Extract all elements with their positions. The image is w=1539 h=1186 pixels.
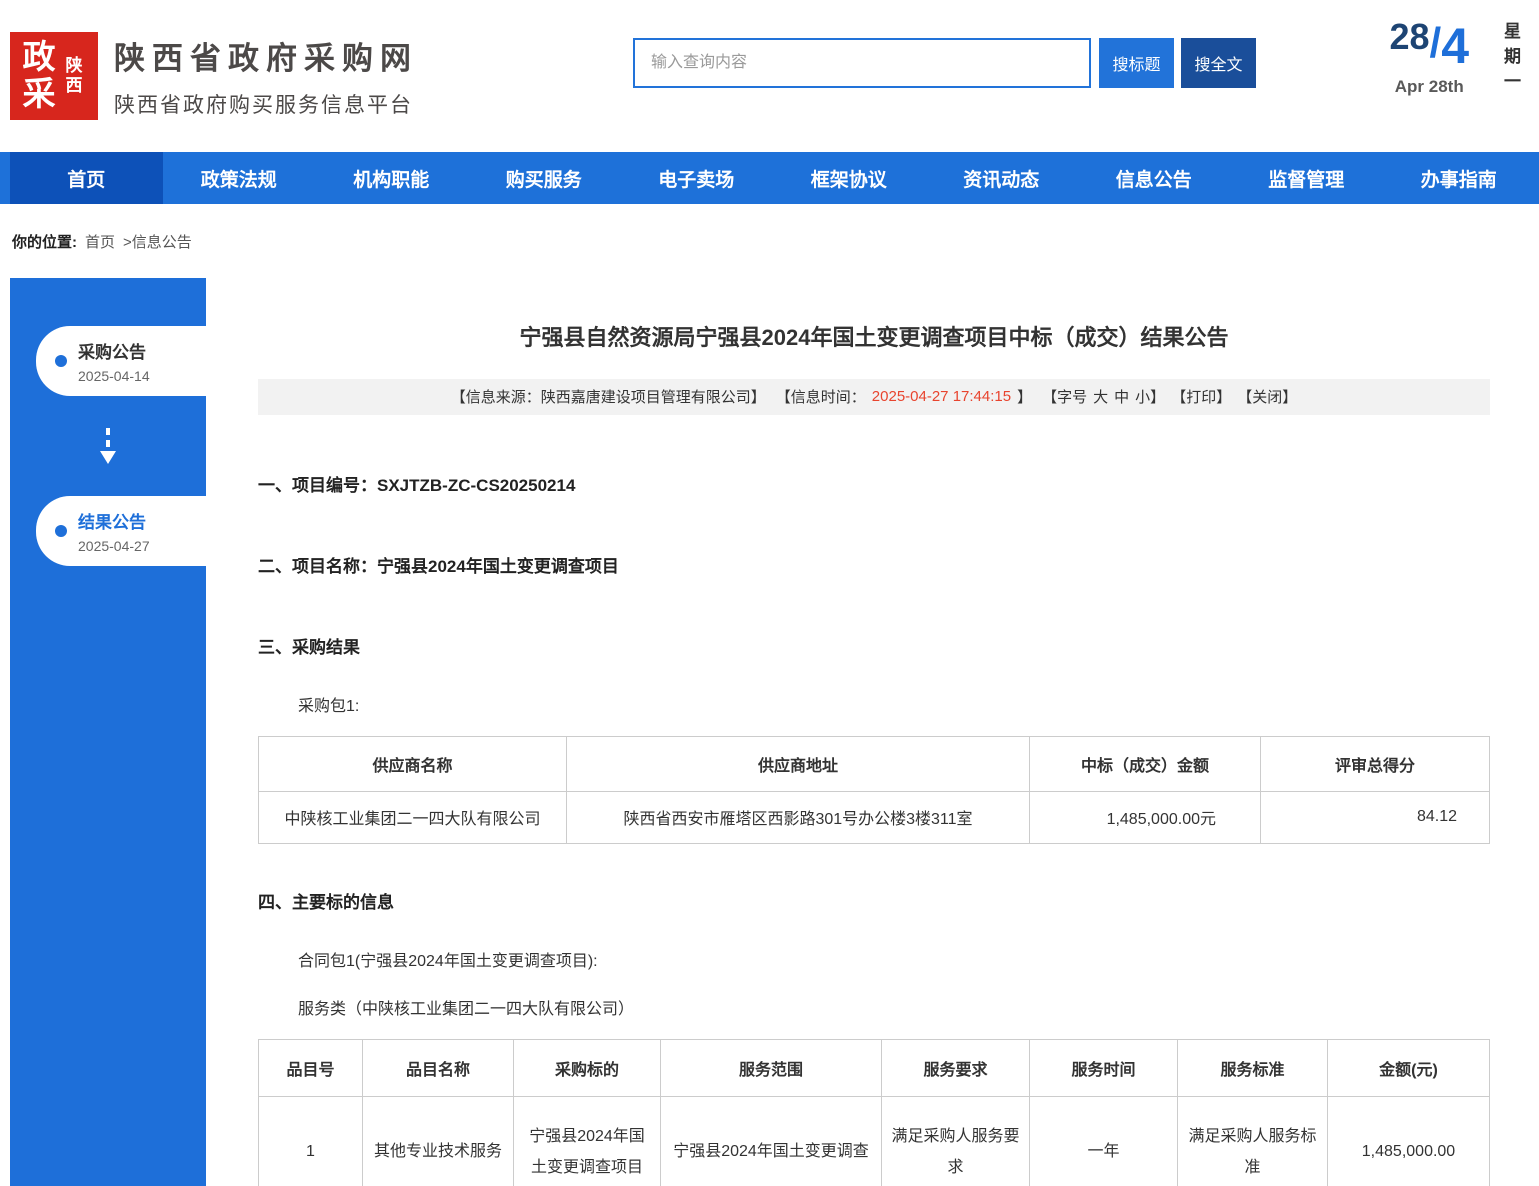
site-logo[interactable]: 政采 陕西 xyxy=(10,32,98,120)
subject-table-header-row: 品目号 品目名称 采购标的 服务范围 服务要求 服务时间 服务标准 金额(元) xyxy=(259,1039,1490,1096)
down-arrow-icon xyxy=(10,426,206,466)
section-result-heading: 三、采购结果 xyxy=(258,633,1490,658)
result-table: 供应商名称 供应商地址 中标（成交）金额 评审总得分 中陕核工业集团二一四大队有… xyxy=(258,736,1490,844)
result-table-row: 中陕核工业集团二一四大队有限公司 陕西省西安市雁塔区西影路301号办公楼3楼31… xyxy=(259,791,1490,843)
subject-header-amount: 金额(元) xyxy=(1328,1039,1490,1096)
subject-cell-procurement-subject: 宁强县2024年国土变更调查项目 xyxy=(514,1096,661,1186)
date-slash: / xyxy=(1430,19,1442,66)
close-button[interactable]: 【关闭】 xyxy=(1237,386,1297,407)
site-subtitle: 陕西省政府购买服务信息平台 xyxy=(114,89,418,119)
article-main: 宁强县自然资源局宁强县2024年国土变更调查项目中标（成交）结果公告 【信息来源… xyxy=(206,278,1539,1186)
article-title: 宁强县自然资源局宁强县2024年国土变更调查项目中标（成交）结果公告 xyxy=(258,324,1490,353)
sidebar-item-label: 采购公告 xyxy=(78,338,206,363)
site-titles: 陕西省政府采购网 陕西省政府购买服务信息平台 xyxy=(114,33,418,119)
subject-header-service-scope: 服务范围 xyxy=(661,1039,882,1096)
subject-header-item-no: 品目号 xyxy=(259,1039,363,1096)
result-header-award-amount: 中标（成交）金额 xyxy=(1030,736,1261,791)
font-size-small-button[interactable]: 小 xyxy=(1135,386,1150,407)
section-project-number: 一、项目编号：SXJTZB-ZC-CS20250214 xyxy=(258,471,1490,496)
result-table-header-row: 供应商名称 供应商地址 中标（成交）金额 评审总得分 xyxy=(259,736,1490,791)
meta-time-value: 2025-04-27 17:44:15 xyxy=(872,388,1011,405)
subject-cell-service-requirement: 满足采购人服务要求 xyxy=(882,1096,1030,1186)
main-nav: 首页 政策法规 机构职能 购买服务 电子卖场 框架协议 资讯动态 信息公告 监督… xyxy=(0,152,1539,204)
subject-cell-service-time: 一年 xyxy=(1030,1096,1178,1186)
sidebar: 采购公告 2025-04-14 结果公告 2025-04-27 xyxy=(10,278,206,1186)
search-area: 搜标题 搜全文 xyxy=(633,38,1256,88)
breadcrumb-label: 你的位置: xyxy=(12,231,77,252)
result-cell-award-amount: 1,485,000.00元 xyxy=(1030,791,1261,843)
result-header-supplier-address: 供应商地址 xyxy=(567,736,1030,791)
nav-item-organization[interactable]: 机构职能 xyxy=(315,152,468,204)
subject-header-item-name: 品目名称 xyxy=(363,1039,514,1096)
sidebar-item-result-announcement[interactable]: 结果公告 2025-04-27 xyxy=(36,496,206,566)
section-subject-heading: 四、主要标的信息 xyxy=(258,888,1490,913)
sidebar-item-date: 2025-04-27 xyxy=(78,538,206,554)
breadcrumb-current-link[interactable]: >信息公告 xyxy=(123,231,192,252)
meta-source: 【信息来源：陕西嘉唐建设项目管理有限公司】 xyxy=(451,386,766,407)
breadcrumb-home-link[interactable]: 首页 xyxy=(85,231,115,252)
sidebar-item-purchase-announcement[interactable]: 采购公告 2025-04-14 xyxy=(36,326,206,396)
breadcrumb: 你的位置: 首页 >信息公告 xyxy=(0,204,1539,278)
sidebar-item-date: 2025-04-14 xyxy=(78,368,206,384)
subject-cell-amount: 1,485,000.00 xyxy=(1328,1096,1490,1186)
nav-item-news[interactable]: 资讯动态 xyxy=(925,152,1078,204)
article-meta-bar: 【信息来源：陕西嘉唐建设项目管理有限公司】 【信息时间： 2025-04-27 … xyxy=(258,379,1490,415)
font-size-large-button[interactable]: 大 xyxy=(1093,386,1108,407)
meta-fontsize-close: 】 xyxy=(1150,386,1165,407)
date-day: 28 xyxy=(1389,16,1429,57)
logo-main-text: 政采 xyxy=(23,39,61,113)
subject-cell-item-no: 1 xyxy=(259,1096,363,1186)
font-size-medium-button[interactable]: 中 xyxy=(1114,386,1129,407)
result-cell-supplier-name: 中陕核工业集团二一四大队有限公司 xyxy=(259,791,567,843)
package-label: 采购包1: xyxy=(298,692,1490,716)
result-cell-total-score: 84.12 xyxy=(1261,791,1490,843)
nav-item-policy[interactable]: 政策法规 xyxy=(163,152,316,204)
contract-label: 合同包1(宁强县2024年国土变更调查项目): xyxy=(298,947,1490,971)
sidebar-item-label: 结果公告 xyxy=(78,508,206,533)
meta-time-close: 】 xyxy=(1017,386,1032,407)
content-area: 采购公告 2025-04-14 结果公告 2025-04-27 宁强县自然资源局… xyxy=(0,278,1539,1186)
nav-item-supervision[interactable]: 监督管理 xyxy=(1230,152,1383,204)
date-english: Apr 28th xyxy=(1389,77,1469,97)
subject-cell-item-name: 其他专业技术服务 xyxy=(363,1096,514,1186)
nav-item-framework-agreement[interactable]: 框架协议 xyxy=(773,152,926,204)
nav-item-purchase-service[interactable]: 购买服务 xyxy=(468,152,621,204)
site-title: 陕西省政府采购网 xyxy=(114,33,418,78)
section-project-name: 二、项目名称：宁强县2024年国土变更调查项目 xyxy=(258,552,1490,577)
subject-header-service-requirement: 服务要求 xyxy=(882,1039,1030,1096)
result-cell-supplier-address: 陕西省西安市雁塔区西影路301号办公楼3楼311室 xyxy=(567,791,1030,843)
print-button[interactable]: 【打印】 xyxy=(1171,386,1231,407)
subject-header-service-standard: 服务标准 xyxy=(1178,1039,1328,1096)
search-title-button[interactable]: 搜标题 xyxy=(1099,38,1174,88)
service-class-label: 服务类（中陕核工业集团二一四大队有限公司） xyxy=(298,995,1490,1019)
date-display: 28/4 Apr 28th xyxy=(1389,16,1469,97)
nav-item-announcements[interactable]: 信息公告 xyxy=(1078,152,1231,204)
subject-cell-service-scope: 宁强县2024年国土变更调查 xyxy=(661,1096,882,1186)
nav-item-guide[interactable]: 办事指南 xyxy=(1383,152,1536,204)
meta-fontsize-label: 【字号 xyxy=(1042,386,1087,407)
meta-time-label: 【信息时间： xyxy=(776,386,866,407)
weekday-vertical-label: 星期一 xyxy=(1498,22,1523,97)
subject-cell-service-standard: 满足采购人服务标准 xyxy=(1178,1096,1328,1186)
nav-item-home[interactable]: 首页 xyxy=(10,152,163,204)
result-header-supplier-name: 供应商名称 xyxy=(259,736,567,791)
logo-side-text: 陕西 xyxy=(66,56,86,97)
search-input[interactable] xyxy=(633,38,1091,88)
bullet-dot-icon xyxy=(55,525,67,537)
date-numbers: 28/4 xyxy=(1389,16,1469,75)
subject-table-row: 1 其他专业技术服务 宁强县2024年国土变更调查项目 宁强县2024年国土变更… xyxy=(259,1096,1490,1186)
result-header-total-score: 评审总得分 xyxy=(1261,736,1490,791)
subject-header-service-time: 服务时间 xyxy=(1030,1039,1178,1096)
search-fulltext-button[interactable]: 搜全文 xyxy=(1181,38,1256,88)
bullet-dot-icon xyxy=(55,355,67,367)
date-month: 4 xyxy=(1441,18,1469,74)
nav-item-e-market[interactable]: 电子卖场 xyxy=(620,152,773,204)
subject-header-procurement-subject: 采购标的 xyxy=(514,1039,661,1096)
site-header: 政采 陕西 陕西省政府采购网 陕西省政府购买服务信息平台 搜标题 搜全文 28/… xyxy=(0,0,1539,152)
subject-table: 品目号 品目名称 采购标的 服务范围 服务要求 服务时间 服务标准 金额(元) … xyxy=(258,1039,1490,1186)
